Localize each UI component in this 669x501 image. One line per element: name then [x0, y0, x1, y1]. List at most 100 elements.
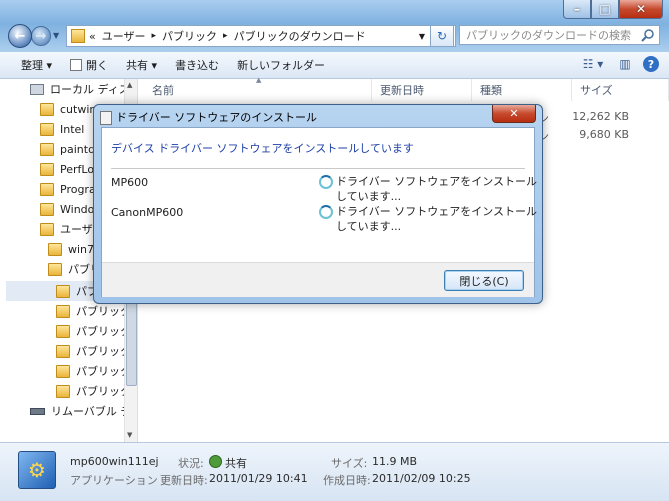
column-header-size[interactable]: サイズ	[572, 79, 669, 101]
address-overflow[interactable]: «	[89, 30, 96, 43]
search-placeholder: パブリックのダウンロードの検索	[466, 29, 631, 42]
address-dropdown-icon[interactable]: ▼	[419, 32, 425, 41]
search-input[interactable]: パブリックのダウンロードの検索	[459, 25, 660, 45]
explorer-window: – □ ✕ ← → ▼ « ユーザー ▸ パブリック ▸ パブリックのダウンロー…	[0, 0, 669, 501]
shared-users-icon	[209, 455, 222, 468]
tree-item-folder[interactable]: Intel	[40, 119, 84, 139]
tree-item-label: リムーバブル デ	[51, 405, 132, 418]
hard-drive-icon	[30, 83, 44, 95]
scroll-up-icon[interactable]: ▲	[127, 81, 132, 89]
folder-icon	[56, 384, 70, 398]
dialog-heading: デバイス ドライバー ソフトウェアをインストールしています	[111, 142, 414, 155]
burn-button[interactable]: 書き込む	[166, 57, 228, 73]
dialog-close-button[interactable]: ✕	[492, 105, 536, 123]
help-icon[interactable]: ?	[643, 56, 659, 72]
nav-scrollbar-thumb[interactable]	[126, 294, 137, 386]
details-created-label: 作成日時:	[323, 474, 371, 487]
forward-arrow-icon: →	[35, 28, 47, 44]
folder-icon	[40, 142, 54, 156]
device-name: MP600	[111, 176, 149, 189]
organize-menu[interactable]: 整理 ▾	[12, 57, 61, 73]
sort-ascending-icon: ▲	[256, 76, 262, 84]
busy-spinner-icon	[319, 175, 333, 189]
tree-item-label: パブリック	[76, 365, 131, 378]
folder-icon	[40, 202, 54, 216]
share-menu[interactable]: 共有 ▾	[117, 57, 166, 73]
breadcrumb-separator-icon[interactable]: ▸	[152, 31, 157, 41]
column-header-label: 名前	[152, 84, 174, 97]
navigation-bar: ← → ▼ « ユーザー ▸ パブリック ▸ パブリックのダウンロード ▼ ↻ …	[0, 22, 669, 50]
column-header-modified[interactable]: 更新日時	[372, 79, 472, 101]
dialog-divider	[111, 168, 525, 169]
refresh-button[interactable]: ↻	[430, 25, 454, 47]
scroll-down-icon[interactable]: ▼	[127, 431, 132, 439]
busy-spinner-icon	[319, 205, 333, 219]
folder-icon	[56, 364, 70, 378]
tree-item-local-disk[interactable]: ローカル ディス	[30, 79, 130, 99]
view-options-icon[interactable]: ☷ ▾	[579, 56, 607, 72]
breadcrumb-users[interactable]: ユーザー	[102, 28, 146, 44]
driver-install-dialog: ドライバー ソフトウェアのインストール ✕ デバイス ドライバー ソフトウェアを…	[93, 104, 543, 304]
close-button[interactable]: ✕	[619, 0, 663, 19]
forward-button[interactable]: →	[31, 26, 51, 46]
breadcrumb-public-downloads[interactable]: パブリックのダウンロード	[234, 28, 366, 44]
tree-item-label: パブリック	[76, 345, 131, 358]
device-status-line: ドライバー ソフトウェアをインストール	[336, 175, 538, 188]
open-button[interactable]: 開く	[61, 57, 117, 73]
folder-icon	[48, 262, 62, 276]
details-created-value: 2011/02/09 10:25	[372, 472, 471, 485]
column-header-label: 更新日時	[380, 84, 424, 97]
column-header-label: サイズ	[580, 84, 613, 97]
tree-item-label: Intel	[60, 122, 85, 136]
tree-item-label: パブリック	[76, 325, 131, 338]
new-folder-button[interactable]: 新しいフォルダー	[228, 57, 334, 73]
folder-icon	[56, 304, 70, 318]
file-size-cell: 12,262 KB	[572, 110, 629, 123]
breadcrumb-separator-icon[interactable]: ▸	[223, 31, 228, 41]
tree-item-folder[interactable]: パブリック	[56, 301, 131, 321]
device-status: ドライバー ソフトウェアをインストール しています...	[319, 174, 537, 204]
details-size-label: サイズ:	[331, 457, 368, 470]
tree-item-label: パブリック	[76, 305, 131, 318]
file-size-cell: 9,680 KB	[579, 128, 629, 141]
details-modified-value: 2011/01/29 10:41	[209, 472, 308, 485]
back-arrow-icon: ←	[14, 28, 26, 44]
tree-item-folder[interactable]: パブリック	[56, 381, 131, 401]
details-size-value: 11.9 MB	[372, 455, 418, 468]
address-bar[interactable]: « ユーザー ▸ パブリック ▸ パブリックのダウンロード ▼	[66, 25, 456, 47]
device-status: ドライバー ソフトウェアをインストール しています...	[319, 204, 537, 234]
tree-item-label: パブリック	[76, 385, 131, 398]
tree-item-folder[interactable]: パブリック	[56, 361, 131, 381]
tree-item-folder[interactable]: パブ	[56, 281, 98, 301]
details-type: アプリケーション	[70, 474, 158, 487]
tree-item-label: ローカル ディス	[50, 83, 130, 96]
application-icon: ⚙	[18, 451, 56, 489]
recent-pages-chevron-icon[interactable]: ▼	[53, 31, 59, 40]
folder-icon	[40, 122, 54, 136]
close-icon: ✕	[509, 107, 519, 120]
close-dialog-button[interactable]: 閉じる(C)	[444, 270, 524, 291]
device-status-line: ドライバー ソフトウェアをインストール	[336, 205, 538, 218]
command-bar: 整理 ▾ 開く 共有 ▾ 書き込む 新しいフォルダー ☷ ▾ ▥ ?	[0, 52, 669, 79]
tree-item-folder[interactable]: パブリック	[56, 321, 131, 341]
device-status-line: しています...	[336, 190, 402, 203]
dialog-title-icon	[100, 111, 112, 125]
breadcrumb-public[interactable]: パブリック	[162, 28, 217, 44]
dialog-body: デバイス ドライバー ソフトウェアをインストールしています MP600 ドライバ…	[101, 127, 537, 297]
tree-item-folder[interactable]: cutwin	[40, 99, 96, 119]
back-button[interactable]: ←	[8, 24, 32, 48]
minimize-button[interactable]: –	[563, 0, 591, 19]
folder-icon	[40, 182, 54, 196]
tree-item-folder[interactable]: パブリック	[56, 341, 131, 361]
column-header-type[interactable]: 種類	[472, 79, 572, 101]
device-status-line: しています...	[336, 220, 402, 233]
preview-pane-icon[interactable]: ▥	[617, 56, 633, 72]
window-caption-buttons: – □ ✕	[563, 0, 663, 19]
refresh-icon: ↻	[436, 29, 448, 43]
folder-icon	[56, 344, 70, 358]
maximize-button[interactable]: □	[591, 0, 619, 19]
tree-item-removable-drive[interactable]: リムーバブル デ	[30, 401, 131, 421]
tree-item-folder[interactable]: win7_	[48, 239, 100, 259]
search-icon	[641, 29, 654, 42]
folder-icon	[56, 324, 70, 338]
